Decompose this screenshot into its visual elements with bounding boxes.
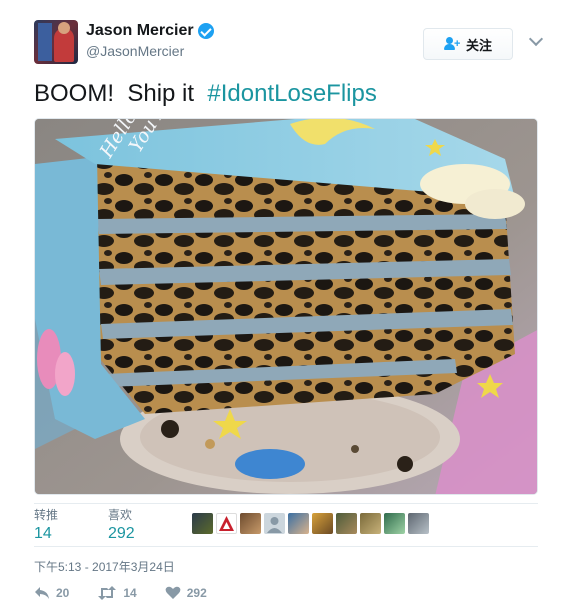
retweet-count: 14 — [123, 586, 137, 600]
retweet-stat-label: 转推 — [34, 508, 59, 522]
avatar-head — [58, 22, 70, 34]
avatar[interactable] — [34, 20, 78, 64]
follow-button[interactable]: + 关注 — [423, 28, 513, 60]
liker-avatar[interactable] — [288, 513, 309, 534]
liker-avatar[interactable] — [312, 513, 333, 534]
tweet-timestamp[interactable]: 下午5:13 - 2017年3月24日 — [34, 558, 175, 575]
liker-avatar[interactable] — [264, 513, 285, 534]
reply-icon — [35, 587, 49, 599]
like-stat-value: 292 — [108, 525, 135, 542]
verified-badge-icon — [197, 23, 214, 39]
liker-avatar[interactable] — [240, 513, 261, 534]
reply-button[interactable]: 20 — [34, 586, 69, 600]
tweet-text: BOOM! Ship it #IdontLoseFlips — [34, 80, 377, 108]
liker-avatar[interactable] — [360, 513, 381, 534]
heart-icon — [165, 586, 181, 599]
liker-avatar[interactable] — [408, 513, 429, 534]
retweet-icon — [98, 586, 117, 600]
display-name-text[interactable]: Jason Mercier — [86, 22, 194, 40]
user-name-block[interactable]: Jason Mercier @JasonMercier — [86, 22, 214, 59]
like-stat[interactable]: 喜欢 292 — [108, 506, 135, 543]
tweet-media-photo[interactable]: Hello We WYou Ar — [34, 118, 538, 495]
reply-count: 20 — [56, 586, 70, 600]
display-name[interactable]: Jason Mercier — [86, 22, 214, 40]
add-user-icon: + — [443, 37, 460, 51]
cake-photo-icon: Hello We WYou Ar — [35, 119, 537, 494]
retweet-stat-value: 14 — [34, 525, 52, 542]
liker-avatar[interactable] — [216, 513, 237, 534]
like-stat-label: 喜欢 — [108, 508, 133, 522]
like-button[interactable]: 292 — [165, 586, 207, 600]
liker-avatar[interactable] — [192, 513, 213, 534]
retweet-stat[interactable]: 转推 14 — [34, 506, 58, 543]
divider-top — [34, 503, 538, 504]
liker-avatar[interactable] — [384, 513, 405, 534]
tweet-header: Jason Mercier @JasonMercier + 关注 — [34, 20, 544, 70]
retweet-button[interactable]: 14 — [97, 586, 137, 600]
tweet-stats: 转推 14 喜欢 292 — [34, 506, 538, 544]
avatar-poster — [38, 23, 52, 61]
like-count: 292 — [186, 586, 207, 600]
likers-avatars — [192, 513, 429, 534]
divider-bottom — [34, 546, 538, 547]
chevron-down-icon[interactable] — [528, 31, 544, 47]
follow-button-label: 关注 — [465, 37, 492, 53]
liker-avatar[interactable] — [336, 513, 357, 534]
hashtag-link[interactable]: #IdontLoseFlips — [207, 80, 376, 107]
user-handle[interactable]: @JasonMercier — [86, 43, 214, 59]
tweet-text-body: BOOM! Ship it — [34, 80, 208, 107]
tweet-actions: 20 14 292 — [34, 586, 235, 600]
